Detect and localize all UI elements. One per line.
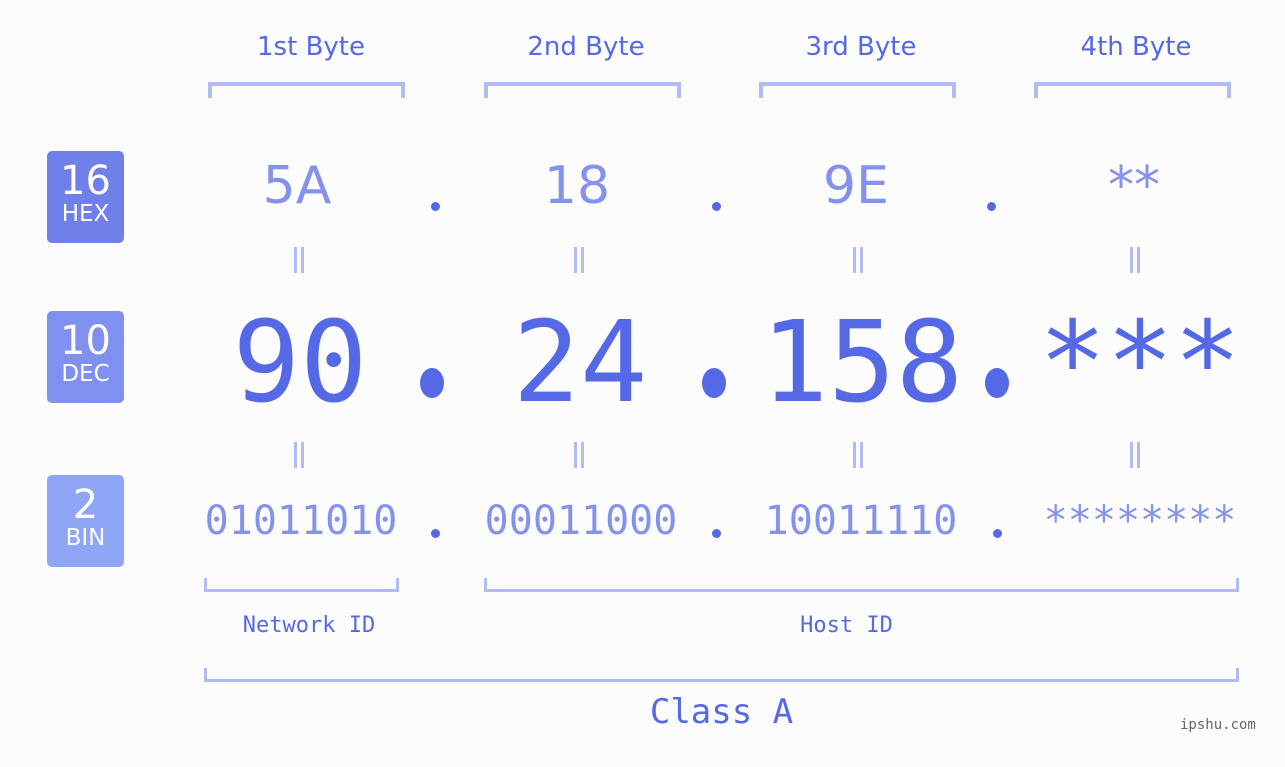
- byte-header-4: 4th Byte: [1080, 32, 1192, 62]
- host-id-label: Host ID: [800, 613, 893, 638]
- hex-badge-label: HEX: [61, 201, 110, 227]
- watermark: ipshu.com: [1180, 717, 1256, 733]
- hex-byte-4: **: [1108, 156, 1160, 216]
- byte-bracket-1: [208, 82, 405, 98]
- class-label: Class A: [649, 692, 794, 732]
- byte-bracket-3: [759, 82, 956, 98]
- hex-separator-dot: [712, 202, 721, 211]
- bin-badge-label: BIN: [65, 525, 106, 551]
- dec-byte-3: 158: [760, 298, 964, 428]
- bin-byte-3: 10011110: [764, 498, 958, 544]
- bin-separator-dot: [431, 529, 440, 538]
- host-id-bracket: [484, 578, 1239, 592]
- class-bracket: [204, 668, 1239, 682]
- byte-header-3: 3rd Byte: [805, 32, 917, 62]
- hex-byte-3: 9E: [823, 156, 889, 216]
- bin-badge-base: 2: [72, 482, 99, 528]
- dec-byte-4: ***: [1038, 298, 1242, 428]
- equals-icon: [1128, 442, 1142, 468]
- dec-badge-base: 10: [60, 318, 111, 364]
- bin-byte-2: 00011000: [484, 498, 678, 544]
- equals-icon: [292, 442, 306, 468]
- byte-bracket-2: [484, 82, 681, 98]
- equals-icon: [851, 247, 865, 273]
- equals-icon: [1128, 247, 1142, 273]
- bin-separator-dot: [993, 529, 1002, 538]
- dec-badge: 10 DEC: [47, 311, 124, 403]
- equals-icon: [572, 247, 586, 273]
- hex-separator-dot: [431, 202, 440, 211]
- hex-byte-2: 18: [543, 156, 611, 216]
- dec-separator-dot: [420, 368, 444, 398]
- dec-separator-dot: [985, 368, 1009, 398]
- network-id-bracket: [204, 578, 399, 592]
- equals-icon: [851, 442, 865, 468]
- bin-byte-4: ********: [1043, 498, 1237, 544]
- byte-bracket-4: [1034, 82, 1231, 98]
- dec-badge-label: DEC: [61, 361, 110, 387]
- hex-separator-dot: [987, 202, 996, 211]
- dec-byte-1: 90: [232, 298, 368, 428]
- hex-badge-base: 16: [60, 158, 111, 204]
- dec-byte-2: 24: [512, 298, 648, 428]
- byte-header-1: 1st Byte: [257, 32, 365, 62]
- bin-separator-dot: [712, 529, 721, 538]
- bin-badge: 2 BIN: [47, 475, 124, 567]
- equals-icon: [572, 442, 586, 468]
- byte-header-2: 2nd Byte: [527, 32, 645, 62]
- equals-icon: [292, 247, 306, 273]
- hex-byte-1: 5A: [262, 156, 332, 216]
- dec-separator-dot: [702, 368, 726, 398]
- hex-badge: 16 HEX: [47, 151, 124, 243]
- network-id-label: Network ID: [242, 613, 376, 638]
- bin-byte-1: 01011010: [204, 498, 398, 544]
